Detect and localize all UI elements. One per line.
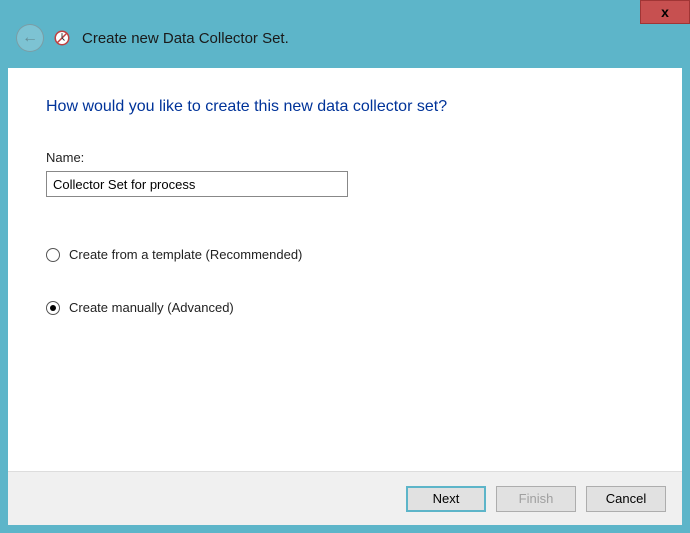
content-wrap: How would you like to create this new da…: [8, 68, 682, 525]
radio-label: Create from a template (Recommended): [69, 247, 302, 262]
back-arrow-icon: ←: [22, 29, 38, 47]
creation-mode-radio-group: Create from a template (Recommended) Cre…: [46, 247, 644, 315]
name-input[interactable]: [46, 171, 348, 197]
name-label: Name:: [46, 150, 644, 165]
window-title: Create new Data Collector Set.: [82, 30, 289, 47]
back-button: ←: [16, 24, 44, 52]
radio-icon: [46, 248, 60, 262]
titlebar: x ← Create new Data Collector Set.: [8, 8, 682, 68]
cancel-button[interactable]: Cancel: [586, 486, 666, 512]
content-area: How would you like to create this new da…: [8, 68, 682, 471]
wizard-footer: Next Finish Cancel: [8, 471, 682, 525]
close-button[interactable]: x: [640, 0, 690, 24]
close-icon: x: [661, 4, 669, 20]
finish-button[interactable]: Finish: [496, 486, 576, 512]
radio-create-from-template[interactable]: Create from a template (Recommended): [46, 247, 644, 262]
next-button[interactable]: Next: [406, 486, 486, 512]
radio-create-manually[interactable]: Create manually (Advanced): [46, 300, 644, 315]
app-icon: [52, 28, 72, 48]
wizard-window: x ← Create new Data Collector Set. How w…: [0, 0, 690, 533]
wizard-heading: How would you like to create this new da…: [46, 98, 644, 116]
radio-label: Create manually (Advanced): [69, 300, 234, 315]
radio-icon: [46, 301, 60, 315]
